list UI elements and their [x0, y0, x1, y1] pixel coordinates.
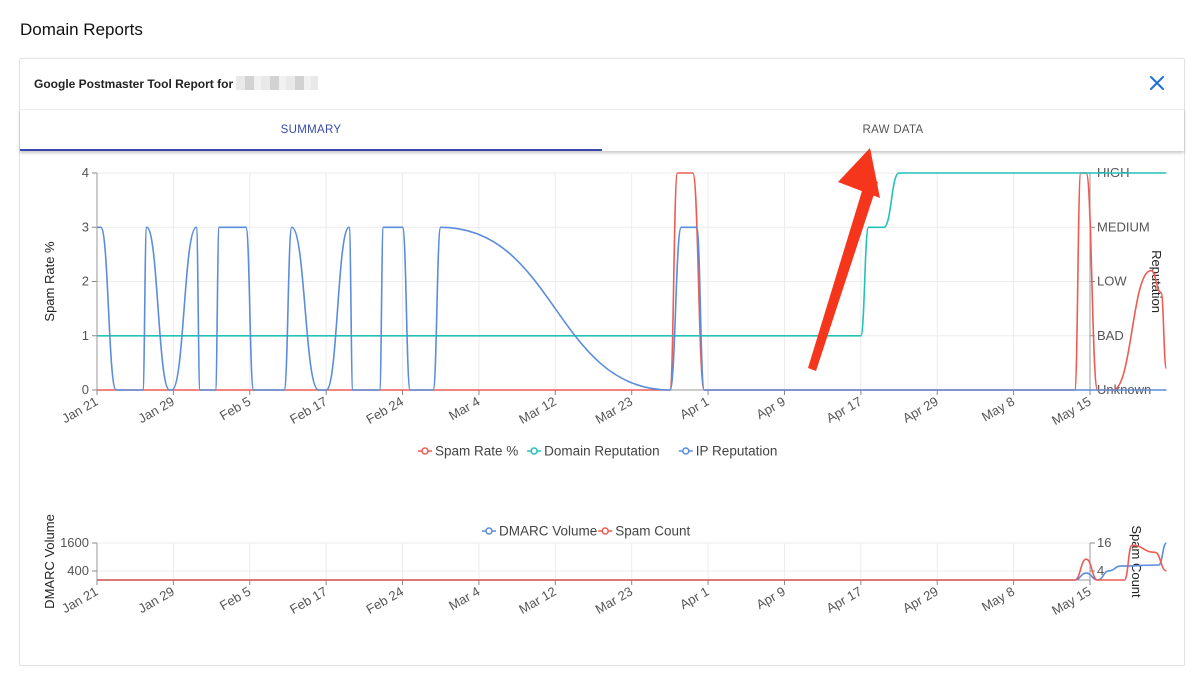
x-tick-label: May 15 [1049, 394, 1093, 428]
legend-item: Spam Count [598, 524, 690, 539]
x-tick-label: May 15 [1049, 584, 1093, 618]
spam-reputation-chart: 01234UnknownBADLOWMEDIUMHIGHJan 21 Jan 29… [42, 165, 1168, 459]
x-tick-label: Apr 9 [754, 584, 788, 613]
y-axis-title: DMARC Volume [42, 514, 57, 609]
legend-item: DMARC Volume [482, 524, 597, 539]
y2-axis-title: Spam Count [1129, 525, 1144, 598]
x-tick-label: Feb 24 [363, 584, 406, 617]
legend-swatch-dot [485, 527, 493, 535]
x-tick-label: Mar 12 [516, 394, 559, 427]
legend-label: Domain Reputation [544, 444, 660, 459]
x-tick-label: Jan 21 [59, 394, 100, 427]
x-tick-label: Feb 24 [363, 394, 406, 427]
legend-swatch-dot [421, 447, 429, 455]
x-tick-label: Mar 12 [516, 584, 559, 617]
x-tick-label: Apr 1 [677, 394, 711, 423]
x-tick-label: Feb 17 [287, 584, 330, 617]
y2-tick-label: MEDIUM [1097, 219, 1150, 234]
y2-tick-label: 16 [1097, 535, 1111, 550]
y-tick-label: 0 [82, 382, 89, 397]
legend-label: Spam Rate % [435, 444, 518, 459]
y-tick-label: 2 [82, 274, 89, 289]
legend-item: IP Reputation [678, 444, 778, 459]
legend-swatch-dot [682, 447, 690, 455]
x-tick-label: May 8 [979, 584, 1017, 615]
y-tick-label: 1 [82, 328, 89, 343]
legend-label: DMARC Volume [499, 524, 597, 539]
x-tick-label: Apr 29 [900, 584, 941, 616]
y-tick-label: 3 [82, 219, 89, 234]
arrow-shaft [808, 178, 878, 371]
legend-item: Spam Rate % [418, 444, 518, 459]
x-tick-label: Jan 29 [136, 584, 177, 617]
legend-item: Domain Reputation [527, 444, 660, 459]
charts-area: 01234UnknownBADLOWMEDIUMHIGHJan 21 Jan 29… [42, 148, 1168, 618]
x-tick-label: May 8 [979, 394, 1017, 425]
legend-label: Spam Count [615, 524, 690, 539]
x-tick-label: Mar 23 [593, 394, 636, 427]
legend-label: IP Reputation [696, 444, 778, 459]
x-tick-label: Feb 5 [217, 584, 253, 614]
x-tick-label: Jan 21 [59, 584, 100, 617]
y-tick-label: 4 [82, 165, 89, 180]
y-tick-label: 1600 [60, 535, 89, 550]
x-tick-label: Mar 23 [593, 584, 636, 617]
legend-swatch-dot [601, 527, 609, 535]
x-tick-label: Jan 29 [136, 394, 177, 427]
x-tick-label: Apr 17 [824, 584, 865, 616]
x-tick-label: Mar 4 [446, 394, 482, 424]
x-tick-label: Apr 29 [900, 394, 941, 426]
x-tick-label: Apr 9 [754, 394, 788, 423]
y2-tick-label: LOW [1097, 274, 1127, 289]
legend-swatch-dot [530, 447, 538, 455]
x-tick-label: Apr 17 [824, 394, 865, 426]
x-tick-label: Feb 5 [217, 394, 253, 424]
x-tick-label: Mar 4 [446, 584, 482, 614]
x-tick-label: Feb 17 [287, 394, 330, 427]
y-tick-label: 400 [67, 563, 89, 578]
annotation-arrow [808, 148, 880, 371]
x-tick-label: Apr 1 [677, 584, 711, 613]
y2-tick-label: BAD [1097, 328, 1124, 343]
dmarc-spam-count-chart: 4001600416Jan 21 Jan 29 Feb 5 Feb 17 Feb 24 M… [42, 514, 1167, 618]
y-axis-title: Spam Rate % [42, 241, 57, 322]
